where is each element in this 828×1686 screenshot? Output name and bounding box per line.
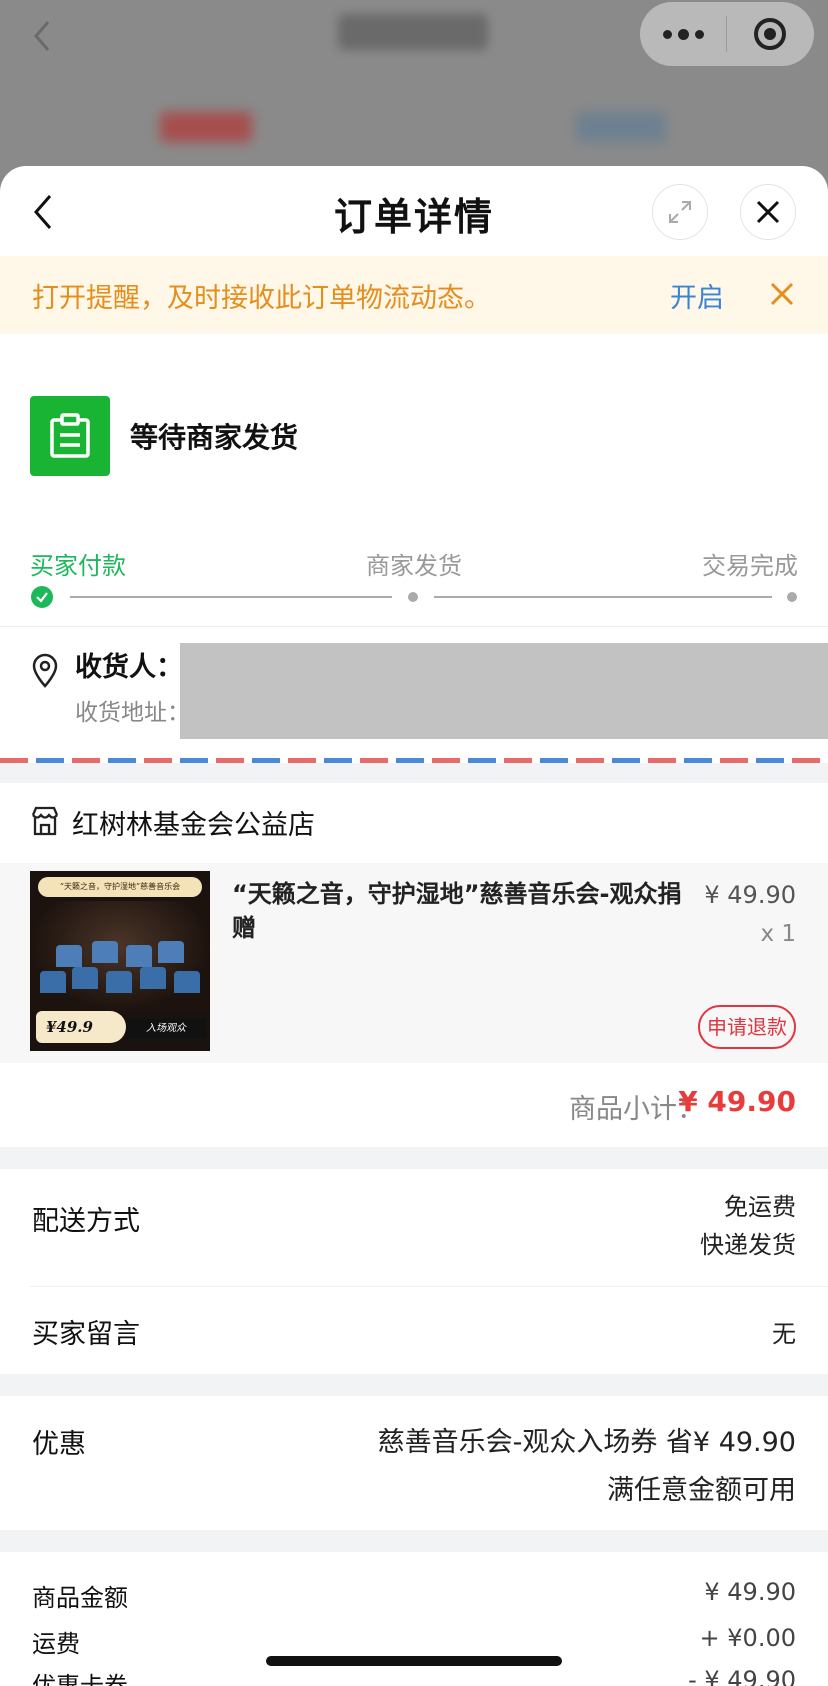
message-label: 买家留言 (32, 1319, 140, 1350)
discount-label: 优惠 (32, 1429, 86, 1460)
background-title-blurred (338, 14, 488, 50)
step-label-complete: 交易完成 (702, 552, 798, 580)
subtotal-value: ¥ 49.90 (678, 1085, 796, 1118)
product-price: ¥ 49.90 (704, 881, 796, 909)
product-thumbnail: “天籁之音，守护湿地”慈善音乐会 ¥49.9 入场观众 (30, 871, 210, 1051)
step-label-paid: 买家付款 (30, 552, 126, 580)
progress-line (70, 596, 392, 598)
thumbnail-banner-text: “天籁之音，守护湿地”慈善音乐会 (38, 877, 202, 897)
product-item[interactable]: “天籁之音，守护湿地”慈善音乐会 ¥49.9 入场观众 “天籁之音，守护湿地”慈… (0, 863, 828, 1063)
order-status-text: 等待商家发货 (130, 421, 299, 454)
summary-goods-value: ¥ 49.90 (704, 1578, 796, 1606)
sheet-header: 订单详情 (0, 166, 828, 256)
progress-dot (787, 592, 797, 602)
subtotal-row: 商品小计： ¥ 49.90 (0, 1063, 828, 1147)
discount-condition: 满任意金额可用 (607, 1475, 796, 1506)
more-icon[interactable] (640, 2, 726, 66)
shop-row[interactable]: 红树林基金会公益店 (0, 783, 828, 863)
address-label: 收货地址： (75, 700, 190, 726)
summary-shipping-label: 运费 (32, 1630, 80, 1658)
notice-enable-button[interactable]: 开启 (670, 276, 724, 315)
store-icon (30, 805, 60, 837)
recipient-label: 收货人： (75, 652, 183, 683)
progress-dot (408, 592, 418, 602)
thumbnail-entry-label: 入场观众 (126, 1019, 206, 1039)
section-gap (0, 1147, 828, 1169)
location-pin-icon (30, 653, 60, 689)
divider (30, 1286, 828, 1287)
miniprogram-capsule (640, 2, 814, 66)
shop-name: 红树林基金会公益店 (72, 810, 315, 841)
notice-close-icon[interactable] (768, 280, 796, 308)
thumbnail-price: ¥49.9 (46, 1018, 93, 1036)
message-value: 无 (772, 1320, 796, 1348)
background-tab-blurred (160, 112, 252, 142)
shipping-address[interactable]: 收货人： 收货地址： (0, 627, 828, 751)
discount-coupon[interactable]: 慈善音乐会-观众入场券 省¥ 49.90 (378, 1420, 796, 1459)
summary-goods-label: 商品金额 (32, 1584, 128, 1612)
product-title: “天籁之音，守护湿地”慈善音乐会-观众捐赠 (232, 880, 682, 942)
delivery-fee: 免运费 (724, 1193, 796, 1221)
notice-text: 打开提醒，及时接收此订单物流动态。 (32, 283, 491, 314)
expand-icon[interactable] (652, 184, 708, 240)
delivery-method: 快递发货 (700, 1231, 796, 1259)
notification-banner: 打开提醒，及时接收此订单物流动态。 开启 (0, 256, 828, 334)
order-progress: 买家付款 商家发货 交易完成 (0, 546, 828, 626)
section-gap (0, 1374, 828, 1396)
summary-shipping-value: + ¥0.00 (699, 1624, 796, 1652)
clipboard-icon (30, 396, 110, 476)
summary-coupon-label: 优惠卡券 (32, 1672, 128, 1686)
progress-line (434, 596, 772, 598)
close-miniprogram-icon[interactable] (727, 2, 813, 66)
delivery-row: 配送方式 免运费 快递发货 (0, 1169, 828, 1286)
order-detail-sheet: 订单详情 打开提醒，及时接收此订单物流动态。 开启 等待商家发货 买家付款 商家… (0, 166, 828, 1686)
apply-refund-button[interactable]: 申请退款 (698, 1005, 796, 1049)
home-indicator[interactable] (266, 1656, 562, 1666)
product-quantity: x 1 (760, 921, 796, 947)
thumbnail-concert-scene (30, 901, 210, 1011)
close-icon[interactable] (740, 184, 796, 240)
background-back-icon (28, 18, 58, 54)
step-label-shipping: 商家发货 (366, 552, 462, 580)
redacted-address (180, 643, 828, 739)
background-tab-blurred (576, 112, 666, 142)
delivery-label: 配送方式 (32, 1206, 140, 1237)
section-gap (0, 1530, 828, 1552)
check-icon (31, 586, 53, 608)
section-gap (0, 763, 828, 783)
summary-coupon-value: - ¥ 49.90 (688, 1666, 796, 1686)
